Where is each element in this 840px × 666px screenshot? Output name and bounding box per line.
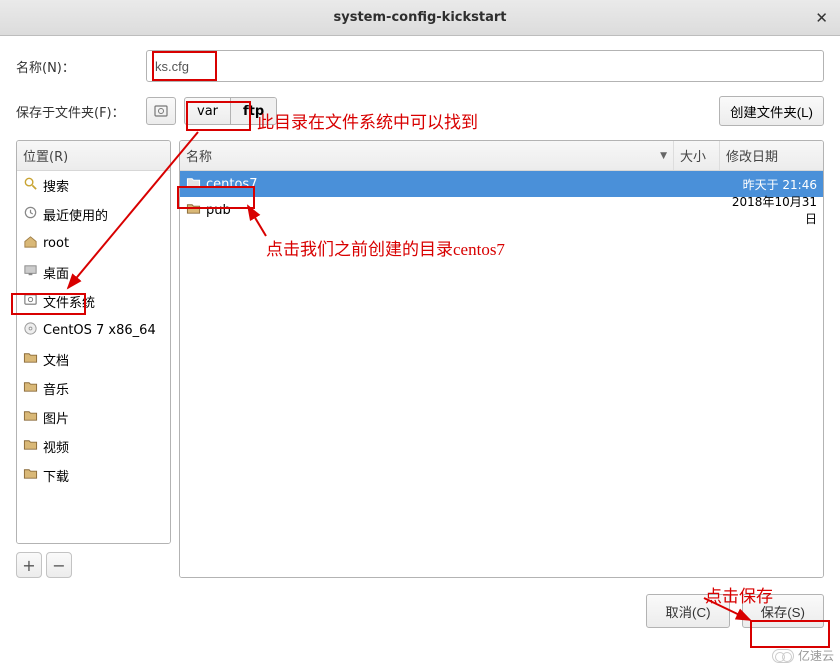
place-label: 最近使用的 — [43, 205, 108, 224]
sidebar-item-9[interactable]: 视频 — [17, 432, 170, 461]
sidebar-item-10[interactable]: 下载 — [17, 461, 170, 490]
search-icon — [23, 176, 38, 195]
sidebar-item-3[interactable]: 桌面 — [17, 258, 170, 287]
sidebar-item-4[interactable]: 文件系统 — [17, 287, 170, 316]
breadcrumb: var ftp — [184, 97, 277, 125]
sidebar-item-2[interactable]: root — [17, 229, 170, 258]
folder-icon — [23, 437, 38, 456]
folder-icon — [186, 175, 201, 194]
place-label: root — [43, 236, 69, 251]
file-date: 昨天于 21:46 — [719, 176, 823, 193]
place-label: 桌面 — [43, 263, 69, 282]
fs-icon — [23, 292, 38, 311]
column-name-label: 名称 — [186, 146, 212, 165]
folder-icon — [23, 408, 38, 427]
sidebar-item-6[interactable]: 文档 — [17, 345, 170, 374]
cd-icon — [23, 321, 38, 340]
create-folder-button[interactable]: 创建文件夹(L) — [719, 96, 824, 126]
desktop-icon — [23, 263, 38, 282]
column-header-date[interactable]: 修改日期 — [719, 141, 823, 170]
place-label: 文档 — [43, 350, 69, 369]
sidebar-item-0[interactable]: 搜索 — [17, 171, 170, 200]
sidebar-item-5[interactable]: CentOS 7 x86_64 — [17, 316, 170, 345]
folder-icon — [186, 201, 201, 220]
place-label: 视频 — [43, 437, 69, 456]
place-label: 文件系统 — [43, 292, 95, 311]
save-button[interactable]: 保存(S) — [742, 594, 824, 628]
file-name: centos7 — [206, 177, 257, 192]
folder-icon — [23, 350, 38, 369]
sidebar-item-7[interactable]: 音乐 — [17, 374, 170, 403]
sort-desc-icon: ▼ — [660, 151, 667, 161]
filesystem-root-button[interactable] — [146, 97, 176, 125]
window-title: system-config-kickstart — [334, 10, 507, 25]
sidebar-item-1[interactable]: 最近使用的 — [17, 200, 170, 229]
file-name: pub — [206, 203, 231, 218]
recent-icon — [23, 205, 38, 224]
file-row[interactable]: pub2018年10月31日 — [180, 197, 823, 223]
cancel-button[interactable]: 取消(C) — [646, 594, 729, 628]
add-bookmark-button[interactable]: + — [16, 552, 42, 578]
column-header-size[interactable]: 大小 — [673, 141, 719, 170]
folder-label: 保存于文件夹(F)： — [16, 102, 146, 121]
place-label: 图片 — [43, 408, 69, 427]
places-header: 位置(R) — [17, 141, 170, 171]
place-label: 下载 — [43, 466, 69, 485]
watermark: 亿速云 — [772, 647, 834, 664]
place-label: 搜索 — [43, 176, 69, 195]
remove-bookmark-button[interactable]: − — [46, 552, 72, 578]
disk-icon — [153, 103, 169, 119]
folder-icon — [23, 379, 38, 398]
place-label: CentOS 7 x86_64 — [43, 323, 156, 338]
file-date: 2018年10月31日 — [719, 193, 823, 227]
file-list: centos7昨天于 21:46pub2018年10月31日 — [180, 171, 823, 577]
breadcrumb-var[interactable]: var — [185, 98, 231, 124]
close-icon[interactable]: ✕ — [815, 9, 828, 27]
folder-icon — [23, 466, 38, 485]
places-list: 搜索最近使用的 root 桌面文件系统 CentOS 7 x86_64 文档音乐图片视频… — [17, 171, 170, 543]
name-label: 名称(N)： — [16, 57, 146, 76]
breadcrumb-ftp[interactable]: ftp — [231, 98, 276, 124]
place-label: 音乐 — [43, 379, 69, 398]
home-icon — [23, 234, 38, 253]
column-header-name[interactable]: 名称 ▼ — [180, 141, 673, 170]
sidebar-item-8[interactable]: 图片 — [17, 403, 170, 432]
filename-input[interactable] — [146, 50, 824, 82]
watermark-text: 亿速云 — [798, 647, 834, 664]
